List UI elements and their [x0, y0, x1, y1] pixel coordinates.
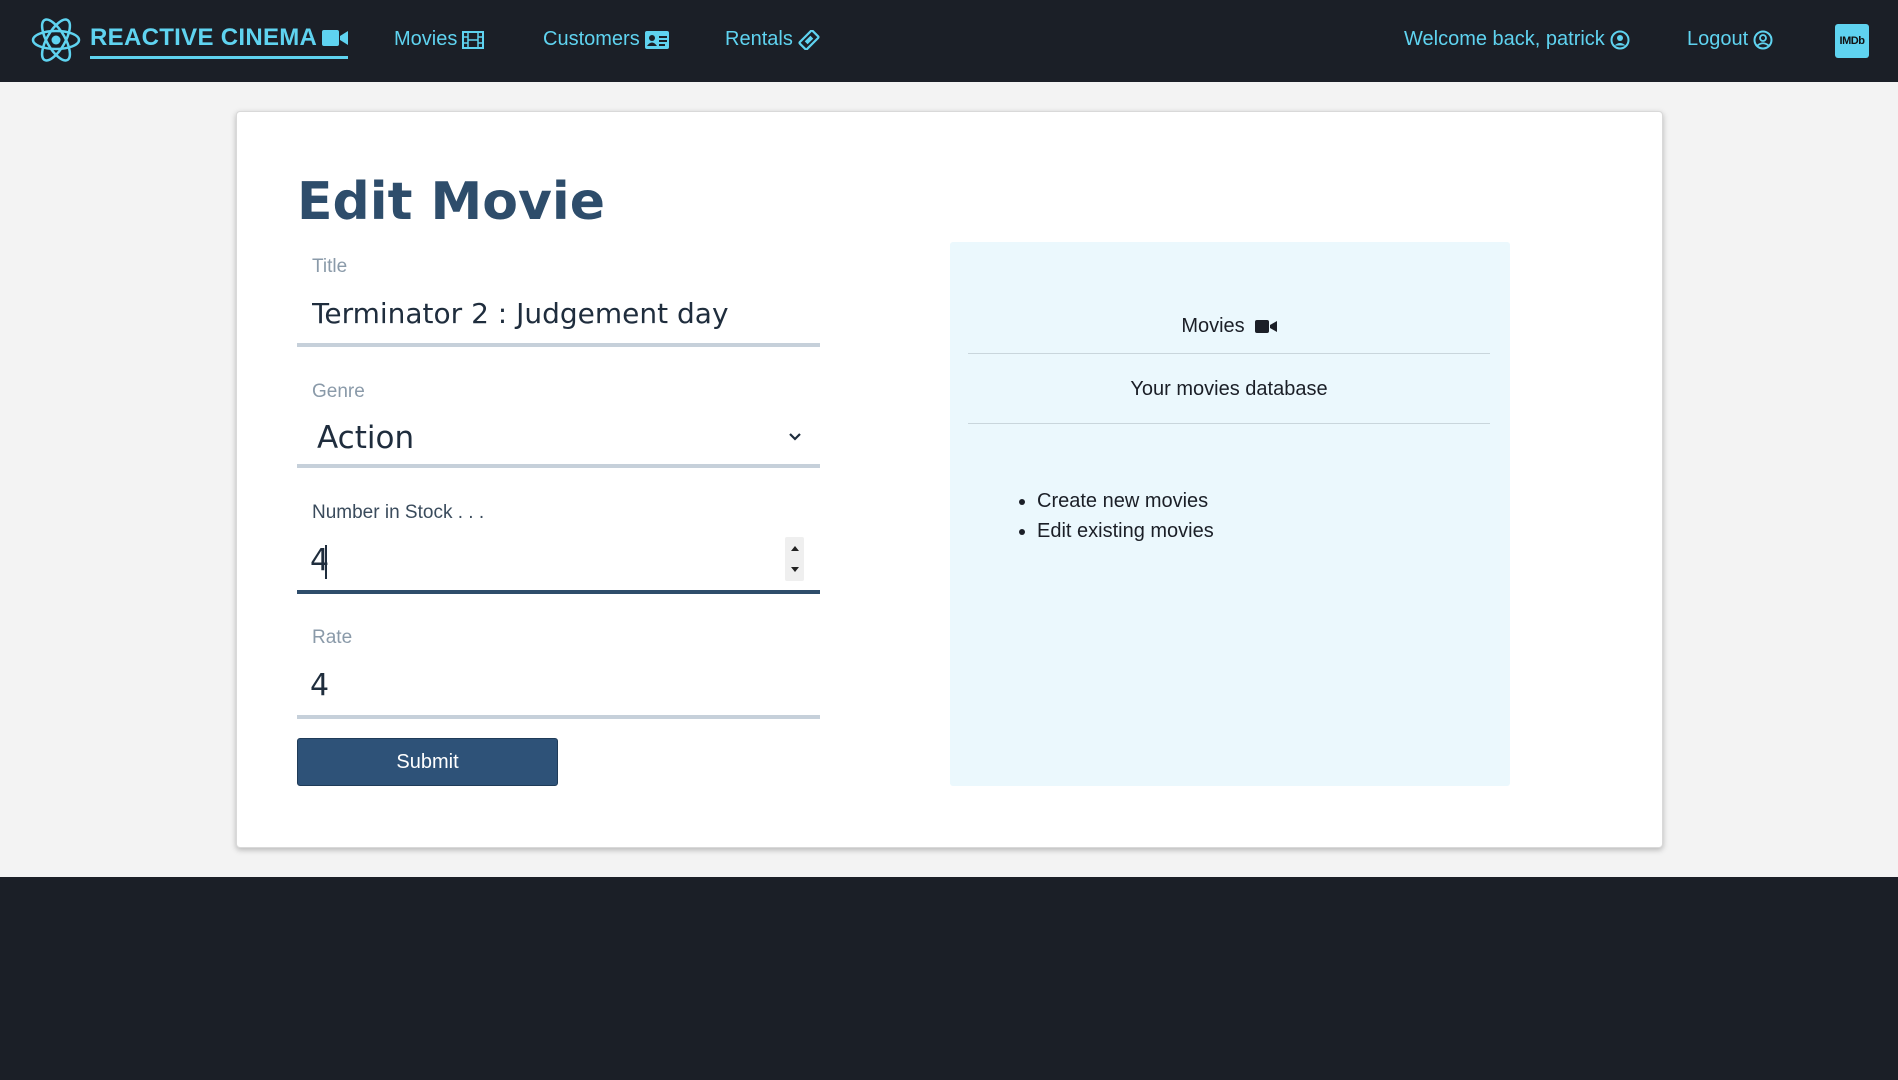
nav-rentals-label: Rentals: [725, 28, 793, 50]
info-panel-header: Movies: [968, 300, 1490, 354]
navbar: REACTIVE CINEMA Movies Customers Rentals…: [0, 0, 1898, 82]
list-item: Edit existing movies: [1037, 516, 1214, 546]
film-icon: [462, 30, 485, 49]
info-panel-subtitle: Your movies database: [968, 355, 1490, 424]
nav-movies-link[interactable]: Movies: [394, 28, 485, 51]
nav-customers-label: Customers: [543, 28, 640, 50]
nav-customers-link[interactable]: Customers: [543, 28, 669, 51]
video-camera-icon: [322, 29, 349, 46]
stock-input[interactable]: [297, 530, 820, 594]
welcome-user[interactable]: Welcome back, patrick: [1404, 28, 1630, 51]
video-camera-icon: [1254, 320, 1277, 333]
caret-down-icon: [790, 567, 799, 572]
submit-button[interactable]: Submit: [297, 738, 558, 786]
user-circle-icon: [1753, 30, 1773, 49]
welcome-label: Welcome back, patrick: [1404, 28, 1605, 50]
react-atom-icon: [31, 18, 81, 62]
stepper-down-button[interactable]: [785, 560, 804, 580]
id-card-icon: [644, 30, 669, 49]
info-feature-list: Create new movies Edit existing movies: [1037, 486, 1214, 546]
stepper-up-button[interactable]: [785, 538, 804, 558]
page-title: Edit Movie: [297, 172, 605, 232]
title-label: Title: [312, 256, 348, 277]
user-circle-icon: [1610, 30, 1630, 49]
list-item: Create new movies: [1037, 486, 1214, 516]
caret-up-icon: [790, 546, 799, 551]
logout-link[interactable]: Logout: [1687, 28, 1773, 51]
rate-input[interactable]: [297, 655, 820, 719]
logout-label: Logout: [1687, 28, 1749, 50]
stock-stepper[interactable]: [785, 537, 804, 581]
genre-label: Genre: [312, 381, 365, 402]
title-input[interactable]: [297, 284, 820, 347]
nav-movies-label: Movies: [394, 28, 458, 50]
brand-label: REACTIVE CINEMA: [90, 23, 318, 51]
rate-label: Rate: [312, 627, 353, 648]
imdb-logo-icon[interactable]: IMDb: [1835, 24, 1869, 58]
ticket-icon: [798, 29, 820, 50]
text-cursor: [325, 545, 327, 579]
brand-link[interactable]: REACTIVE CINEMA: [30, 14, 349, 66]
brand-name: REACTIVE CINEMA: [90, 23, 349, 59]
chevron-down-icon: [789, 433, 801, 441]
info-panel-title: Movies: [1181, 315, 1245, 337]
stock-label: Number in Stock . . .: [312, 502, 485, 523]
genre-select[interactable]: Action: [297, 412, 820, 468]
genre-selected-value: Action: [317, 420, 415, 456]
nav-rentals-link[interactable]: Rentals: [725, 28, 820, 51]
